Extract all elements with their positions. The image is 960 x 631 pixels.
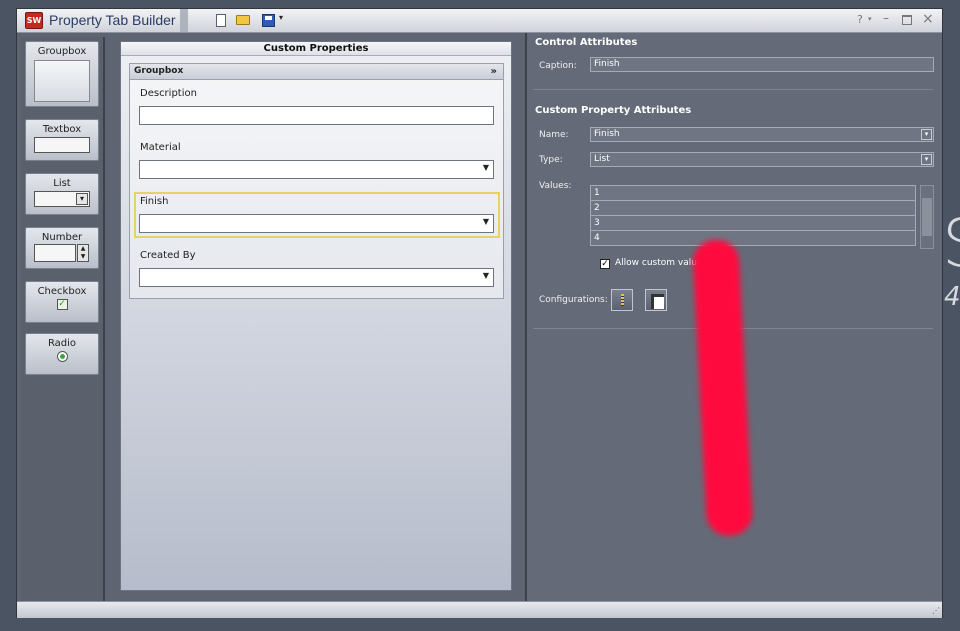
list-item[interactable]: 4: [590, 230, 916, 246]
toolbox-item-label: Number: [41, 232, 83, 243]
app-logo-icon[interactable]: SW: [25, 12, 43, 29]
values-scrollbar[interactable]: [920, 185, 934, 249]
toolbox-groupbox[interactable]: Groupbox: [25, 41, 99, 107]
configurations-label: Configurations:: [539, 295, 608, 305]
description-control[interactable]: Description: [134, 84, 500, 130]
help-dropdown-icon[interactable]: ▾: [868, 15, 872, 23]
toolbox-number[interactable]: Number ▲ ▼: [25, 227, 99, 269]
chevron-down-icon[interactable]: ▾: [921, 154, 932, 165]
custom-property-attributes-heading: Custom Property Attributes: [535, 105, 692, 116]
save-dropdown-icon[interactable]: ▾: [279, 13, 283, 22]
open-folder-icon[interactable]: [235, 12, 251, 28]
toolbox-item-label: Radio: [47, 338, 77, 349]
toolbox-checkbox[interactable]: Checkbox ✓: [25, 281, 99, 323]
values-list[interactable]: 1 2 3 4: [590, 185, 916, 246]
caption-label: Caption:: [539, 61, 577, 71]
groupbox-title: Groupbox: [134, 66, 184, 76]
finish-list[interactable]: ▼: [139, 214, 494, 233]
material-list[interactable]: ▼: [139, 160, 494, 179]
name-value: Finish: [594, 129, 620, 139]
toolbox-item-label: Groupbox: [37, 46, 87, 57]
type-select[interactable]: List ▾: [590, 152, 934, 167]
chevron-down-icon[interactable]: ▾: [921, 129, 932, 140]
radio-preview-icon: [56, 351, 68, 362]
panel-title: Custom Properties: [121, 42, 511, 56]
toolbox-textbox[interactable]: Textbox: [25, 119, 99, 161]
configurations-all-button[interactable]: [611, 289, 633, 311]
app-window: SW Property Tab Builder ▾ ? ▾ – × Groupb…: [16, 8, 943, 618]
control-toolbox: Groupbox Textbox List ▾ Number ▲ ▼ Checkb…: [21, 37, 105, 605]
control-attributes-heading: Control Attributes: [535, 37, 638, 48]
name-label: Name:: [539, 130, 569, 140]
toolbox-item-label: List: [53, 178, 71, 189]
close-button[interactable]: ×: [922, 11, 934, 27]
toolbox-item-label: Textbox: [42, 124, 82, 135]
list-preview-icon: ▾: [34, 191, 90, 207]
list-item[interactable]: 1: [590, 185, 916, 201]
new-document-icon[interactable]: [213, 12, 229, 28]
toolbox-radio[interactable]: Radio: [25, 333, 99, 375]
maximize-button[interactable]: [902, 15, 912, 25]
resize-grip-icon[interactable]: ⋰: [932, 606, 940, 615]
number-preview-field: [34, 244, 76, 262]
created-by-list[interactable]: ▼: [139, 268, 494, 287]
textbox-preview-icon: [34, 137, 90, 153]
toolbox-list[interactable]: List ▾: [25, 173, 99, 215]
chevron-down-icon: ▾: [76, 193, 88, 205]
configurations-select-button[interactable]: [645, 289, 667, 311]
field-label: Finish: [140, 196, 169, 207]
minimize-button[interactable]: –: [883, 11, 889, 25]
checkbox-preview-icon: ✓: [56, 299, 68, 310]
name-select[interactable]: Finish ▾: [590, 127, 934, 142]
groupbox-preview-icon: [34, 60, 90, 102]
created-by-control[interactable]: Created By ▼: [134, 246, 500, 292]
groupbox-control[interactable]: Groupbox » Description Material ▼ Finish…: [129, 63, 504, 299]
finish-control[interactable]: Finish ▼: [134, 192, 500, 238]
caption-input[interactable]: Finish: [590, 57, 934, 72]
allow-custom-values-checkbox[interactable]: ✓: [600, 259, 610, 269]
list-item[interactable]: 2: [590, 200, 916, 216]
help-button[interactable]: ?: [857, 13, 863, 26]
field-label: Created By: [140, 250, 196, 261]
app-title: Property Tab Builder: [49, 12, 176, 28]
spinner-icon: ▲ ▼: [77, 244, 89, 262]
groupbox-header[interactable]: Groupbox »: [130, 64, 503, 80]
material-control[interactable]: Material ▼: [134, 138, 500, 184]
backdrop-glyph-small: 4: [944, 282, 960, 312]
description-textbox[interactable]: [139, 106, 494, 125]
dropdown-arrow-icon[interactable]: ▼: [483, 271, 489, 280]
values-label: Values:: [539, 181, 572, 191]
type-value: List: [594, 154, 610, 164]
title-separator: [180, 9, 188, 32]
toolbox-item-label: Checkbox: [37, 286, 87, 297]
backdrop-glyph: S: [942, 205, 960, 282]
field-label: Description: [140, 88, 197, 99]
scrollbar-thumb[interactable]: [922, 198, 932, 236]
status-bar: ⋰: [17, 601, 942, 618]
divider: [533, 89, 933, 90]
field-label: Material: [140, 142, 181, 153]
list-item[interactable]: 3: [590, 215, 916, 231]
dropdown-arrow-icon[interactable]: ▼: [483, 217, 489, 226]
custom-properties-panel: Custom Properties Groupbox » Description…: [120, 41, 512, 591]
number-preview-icon: ▲ ▼: [34, 244, 90, 262]
type-label: Type:: [539, 155, 563, 165]
collapse-icon[interactable]: »: [491, 64, 497, 79]
save-icon[interactable]: [260, 12, 276, 28]
title-bar[interactable]: SW Property Tab Builder ▾ ? ▾ – ×: [17, 9, 942, 33]
dropdown-arrow-icon[interactable]: ▼: [483, 163, 489, 172]
